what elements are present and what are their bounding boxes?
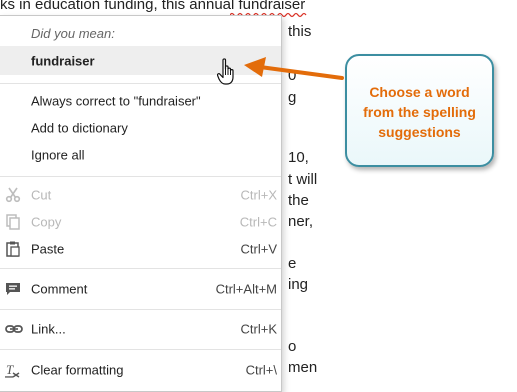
doc-line: ing: [288, 276, 309, 293]
always-correct-label: Always correct to "fundraiser": [31, 93, 201, 109]
did-you-mean-hint: Did you mean:: [31, 26, 115, 41]
scissors-icon: [5, 187, 21, 203]
clear-formatting-item[interactable]: T Clear formatting Ctrl+\: [0, 357, 281, 383]
add-to-dictionary-label: Add to dictionary: [31, 120, 128, 136]
add-to-dictionary-item[interactable]: Add to dictionary: [0, 115, 281, 141]
clear-formatting-icon: T: [5, 362, 21, 378]
doc-line: g: [288, 89, 297, 106]
menu-separator: [0, 268, 281, 269]
menu-separator: [0, 309, 281, 310]
hand-cursor-icon: [217, 58, 234, 85]
link-item[interactable]: Link... Ctrl+K: [0, 316, 281, 342]
copy-label: Copy: [31, 214, 62, 230]
clear-formatting-label: Clear formatting: [31, 362, 124, 378]
menu-separator: [0, 176, 281, 177]
link-icon: [5, 321, 23, 337]
doc-line: e: [288, 255, 297, 272]
spelling-suggestion-label: fundraiser: [31, 53, 95, 68]
cut-item[interactable]: Cut Ctrl+X: [0, 182, 281, 208]
paste-label: Paste: [31, 241, 65, 257]
link-label: Link...: [31, 321, 66, 337]
cut-label: Cut: [31, 187, 52, 203]
comment-icon: [5, 281, 21, 297]
menu-separator: [0, 349, 281, 350]
paste-icon: [5, 241, 21, 257]
copy-item[interactable]: Copy Ctrl+C: [0, 209, 281, 235]
paste-shortcut: Ctrl+V: [240, 241, 277, 257]
doc-line: 10,: [288, 149, 309, 166]
comment-label: Comment: [31, 281, 88, 297]
doc-line: ner,: [288, 213, 314, 230]
always-correct-item[interactable]: Always correct to "fundraiser": [0, 88, 281, 114]
paste-item[interactable]: Paste Ctrl+V: [0, 236, 281, 262]
doc-line: t will: [288, 171, 318, 188]
copy-icon: [5, 214, 21, 230]
clear-formatting-shortcut: Ctrl+\: [245, 362, 277, 378]
doc-line: this: [288, 23, 312, 40]
doc-line: o: [288, 338, 297, 355]
link-shortcut: Ctrl+K: [240, 321, 277, 337]
svg-text:T: T: [6, 362, 14, 377]
copy-shortcut: Ctrl+C: [239, 214, 277, 230]
cut-shortcut: Ctrl+X: [240, 187, 277, 203]
ignore-all-label: Ignore all: [31, 147, 85, 163]
ignore-all-item[interactable]: Ignore all: [0, 142, 281, 168]
callout-text: Choose a word from the spelling suggesti…: [363, 84, 476, 140]
tutorial-callout: Choose a word from the spelling suggesti…: [345, 54, 494, 167]
comment-shortcut: Ctrl+Alt+M: [215, 281, 277, 297]
comment-item[interactable]: Comment Ctrl+Alt+M: [0, 276, 281, 302]
doc-line: men: [288, 359, 318, 376]
doc-line: the: [288, 192, 309, 209]
callout-arrow: [244, 57, 344, 80]
